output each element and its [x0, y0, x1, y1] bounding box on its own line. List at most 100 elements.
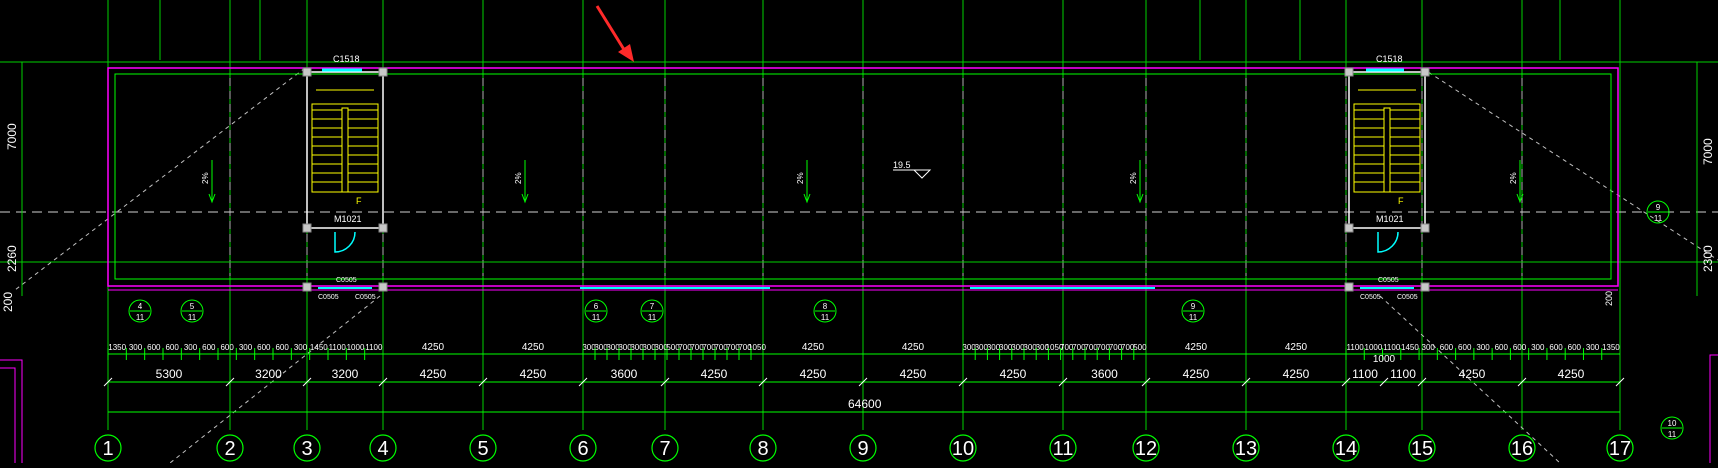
cad-drawing-canvas[interactable]: C1518 M1021 F C1518 M1021 F C0505 C0505 …	[0, 0, 1718, 464]
detail-right-9: 600	[1513, 343, 1527, 352]
section-marker-bottom-7: 11	[1668, 430, 1677, 439]
axis-bubble-17: 17	[1606, 434, 1634, 462]
section-marker-top-7: 10	[1668, 419, 1677, 428]
window-label-c0505-c: C0505	[355, 294, 376, 301]
dimension-row-total: 64600	[108, 397, 1620, 413]
axis-bubble-1: 1	[94, 434, 122, 462]
detail-left-2: 600	[147, 343, 161, 352]
bay-dimension-14: 1100	[1390, 367, 1416, 381]
axis-label-6: 6	[577, 438, 588, 460]
axis-bubbles: 1 2 3 4 5 6 7 8 9 10 11 12 13 14 15 16 17	[94, 434, 1634, 462]
window-label-c0505-a: C0505	[336, 277, 357, 284]
detail-left-3: 600	[165, 343, 179, 352]
left-vertical-dimensions: 7000 2260 200	[1, 62, 23, 312]
window-label-top-left: C1518	[333, 54, 360, 64]
detail-left-14: 1100	[365, 343, 383, 352]
detail-right-11: 600	[1549, 343, 1563, 352]
section-marker-7: 1011	[1660, 416, 1684, 440]
window-label-c0505-d: C0505	[1378, 277, 1399, 284]
total-dimension: 64600	[848, 397, 882, 411]
bay-dimension-8: 4250	[900, 367, 927, 381]
bay-dimension-12: 4250	[1283, 367, 1310, 381]
window-label-c0505-f: C0505	[1397, 294, 1418, 301]
detail-left-4: 300	[184, 343, 198, 352]
axis-label-3: 3	[301, 438, 312, 460]
bay-dimension-1: 3200	[255, 367, 282, 381]
section-marker-bottom-6: 11	[1654, 214, 1663, 223]
detail-left-7: 300	[239, 343, 253, 352]
detail-right-7: 300	[1476, 343, 1490, 352]
bay-dimension-extra: 1000	[1373, 354, 1396, 365]
bay-dimension-13: 1100	[1352, 367, 1378, 381]
axis-label-17: 17	[1609, 438, 1631, 460]
slope-arrow-0: 2%	[201, 160, 216, 204]
section-marker-3: 711	[640, 299, 664, 323]
detail-left-10: 300	[294, 343, 308, 352]
bay-dimension-6: 4250	[701, 367, 728, 381]
section-marker-bottom-1: 11	[188, 313, 197, 322]
axis-bubble-15: 15	[1408, 434, 1436, 462]
detail-right-12: 600	[1568, 343, 1582, 352]
detail-left-0: 1350	[108, 343, 126, 352]
section-marker-top-2: 6	[594, 302, 599, 311]
detail-left-12: 1100	[329, 343, 347, 352]
detail-right-3: 1450	[1401, 343, 1419, 352]
detail-right-6: 600	[1458, 343, 1472, 352]
window-label-top-right: C1518	[1376, 54, 1403, 64]
door-label-right: M1021	[1376, 214, 1404, 224]
section-marker-bottom-2: 11	[592, 313, 601, 322]
detail-left-5: 600	[202, 343, 216, 352]
section-marker-top-4: 8	[823, 302, 828, 311]
section-marker-5: 911	[1181, 299, 1205, 323]
section-marker-bottom-0: 11	[136, 313, 145, 322]
window-label-c0505-b: C0505	[318, 294, 339, 301]
detail-outer-3: 4250	[902, 342, 925, 353]
section-marker-top-5: 9	[1191, 302, 1196, 311]
axis-label-2: 2	[224, 438, 235, 460]
axis-label-11: 11	[1053, 438, 1074, 460]
axis-label-9: 9	[857, 438, 868, 460]
slope-text-1: 2%	[514, 172, 523, 184]
slope-arrow-3: 2%	[1129, 160, 1144, 204]
axis-bubble-13: 13	[1232, 434, 1260, 462]
axis-label-14: 14	[1335, 438, 1357, 460]
slope-arrow-2: 2%	[796, 160, 811, 204]
detail-right-2: 1100	[1383, 343, 1401, 352]
bay-dimension-4: 4250	[520, 367, 547, 381]
detail-outer-0: 4250	[422, 342, 445, 353]
section-marker-top-3: 7	[650, 302, 655, 311]
detail-left-11: 1450	[310, 343, 328, 352]
axis-bubble-7: 7	[651, 434, 679, 462]
axis-bubble-5: 5	[469, 434, 497, 462]
axis-bubble-14: 14	[1332, 434, 1360, 462]
bay-dimension-0: 5300	[156, 367, 183, 381]
bay-dimension-9: 4250	[1000, 367, 1027, 381]
bay-dimension-7: 4250	[800, 367, 827, 381]
section-marker-4: 811	[813, 299, 837, 323]
detail-outer-5: 4250	[1285, 342, 1308, 353]
left-dim-200: 200	[1, 292, 15, 312]
axis-bubble-9: 9	[849, 434, 877, 462]
structural-columns	[302, 67, 1430, 292]
left-dim-2260: 2260	[5, 245, 19, 272]
axis-bubble-3: 3	[293, 434, 321, 462]
bay-dimension-2: 3200	[332, 367, 359, 381]
axis-label-10: 10	[952, 438, 974, 460]
axis-label-15: 15	[1411, 438, 1433, 460]
roof-plan-drawing: C1518 M1021 F C1518 M1021 F C0505 C0505 …	[0, 0, 1718, 464]
left-dim-7000: 7000	[5, 123, 19, 150]
section-marker-bottom-5: 11	[1189, 313, 1198, 322]
detail-right-8: 600	[1495, 343, 1509, 352]
detail-left-1: 300	[129, 343, 143, 352]
axis-label-12: 12	[1135, 438, 1157, 460]
drainage-slope-arrows: 2% 2% 2% 2% 2%	[201, 160, 1524, 204]
section-marker-top-6: 9	[1656, 203, 1661, 212]
right-dim-2300: 2300	[1701, 245, 1715, 272]
stair-up-right: F	[1398, 196, 1404, 206]
detail-left-6: 600	[220, 343, 234, 352]
axis-bubble-12: 12	[1132, 434, 1160, 462]
axis-label-1: 1	[102, 438, 113, 460]
detail-right-10: 300	[1531, 343, 1545, 352]
detail-right-4: 300	[1422, 343, 1436, 352]
axis-bubble-2: 2	[216, 434, 244, 462]
